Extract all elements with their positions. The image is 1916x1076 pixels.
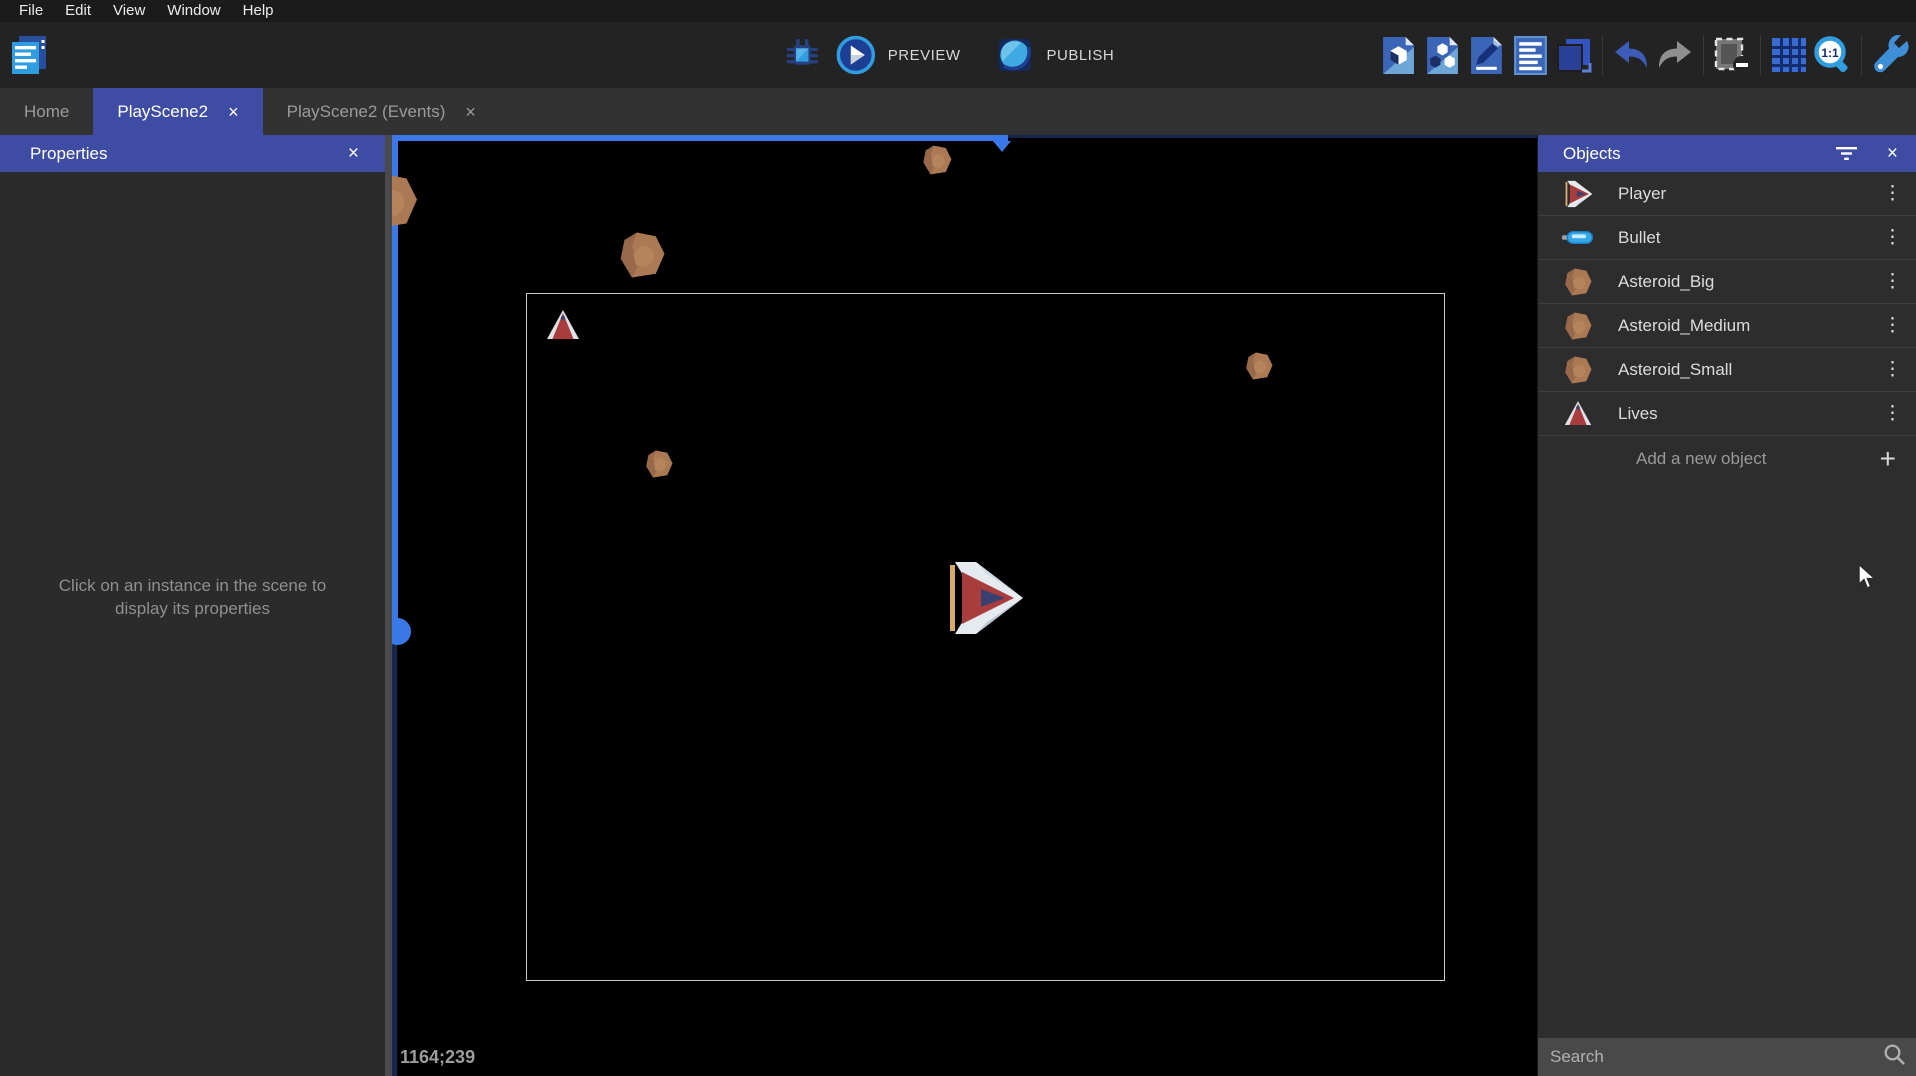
objects-panel-header: Objects × [1538,135,1916,172]
toolbar-separator [1861,35,1862,75]
object-row-lives[interactable]: Lives⋮ [1538,392,1916,436]
object-row-bullet[interactable]: Bullet⋮ [1538,216,1916,260]
grid-icon[interactable] [1767,32,1811,78]
search-input[interactable] [1550,1047,1883,1067]
toolbar-separator [1760,35,1761,75]
svg-text:1:1: 1:1 [1821,46,1839,60]
scene-window-top-handle[interactable] [993,141,1011,152]
lives-ship-icon [1538,400,1618,427]
kebab-menu-icon[interactable]: ⋮ [1870,182,1916,205]
tab-label: PlayScene2 [117,102,208,122]
bullet-icon [1538,230,1618,245]
instances-list-icon[interactable] [1508,32,1552,78]
object-label: Bullet [1618,228,1870,248]
plus-icon[interactable]: + [1880,445,1896,473]
object-groups-icon[interactable] [1420,32,1464,78]
menu-view[interactable]: View [102,0,156,22]
kebab-menu-icon[interactable]: ⋮ [1870,358,1916,381]
kebab-menu-icon[interactable]: ⋮ [1870,270,1916,293]
objects-editor-icon[interactable] [1376,32,1420,78]
instance-asteroid_medium[interactable] [921,144,953,181]
properties-panel-header: Properties × [0,135,385,172]
delete-selection-icon[interactable] [1710,32,1754,78]
properties-empty-message: Click on an instance in the scene to dis… [38,575,348,621]
scene-window-left-line-lower [392,632,397,1076]
object-label: Asteroid_Big [1618,272,1870,292]
properties-editor-icon[interactable] [1464,32,1508,78]
object-row-asteroid_big[interactable]: Asteroid_Big⋮ [1538,260,1916,304]
instance-asteroid_small[interactable] [1244,351,1274,386]
zoom-1-1-icon[interactable]: 1:1 [1811,32,1855,78]
undo-icon[interactable] [1609,32,1653,78]
instance-lives[interactable] [546,309,580,346]
object-label: Player [1618,184,1870,204]
tab-label: PlayScene2 (Events) [287,102,446,122]
tab-playscene2-events[interactable]: PlayScene2 (Events) × [263,88,500,135]
project-manager-icon[interactable] [9,33,49,77]
object-row-asteroid_small[interactable]: Asteroid_Small⋮ [1538,348,1916,392]
main-toolbar: PREVIEW PUBLISH 1:1 [0,22,1916,88]
toolbar-separator [1703,35,1704,75]
kebab-menu-icon[interactable]: ⋮ [1870,402,1916,425]
objects-panel-title: Objects [1563,144,1806,164]
menu-file[interactable]: File [8,0,54,22]
menu-bar: FileEditViewWindowHelp [0,0,1916,22]
menu-help[interactable]: Help [232,0,285,22]
instance-asteroid_medium[interactable] [617,230,667,285]
instance-asteroid_small[interactable] [644,449,674,484]
publish-globe-icon[interactable] [992,32,1036,78]
scene-window-left-handle[interactable] [392,618,411,645]
toolbar-separator [1602,35,1603,75]
cursor-coordinates: 1164;239 [400,1047,475,1068]
asteroid-icon [1538,267,1618,297]
editor-tab-bar: Home PlayScene2 × PlayScene2 (Events) × [0,88,1916,135]
object-row-player[interactable]: Player⋮ [1538,172,1916,216]
scene-window-top-line [392,135,1008,141]
redo-icon[interactable] [1653,32,1697,78]
kebab-menu-icon[interactable]: ⋮ [1870,226,1916,249]
close-icon[interactable]: × [465,103,476,121]
object-label: Asteroid_Medium [1618,316,1870,336]
asteroid-icon [1538,311,1618,341]
tab-home[interactable]: Home [0,88,93,135]
preview-play-icon[interactable] [834,32,878,78]
tab-playscene2[interactable]: PlayScene2 × [93,88,262,135]
preview-button[interactable]: PREVIEW [888,47,961,64]
add-object-label: Add a new object [1636,449,1880,469]
close-icon[interactable]: × [1887,143,1898,165]
add-object-row[interactable]: Add a new object + [1538,436,1916,482]
asteroid-icon [1538,355,1618,385]
tab-label: Home [24,102,69,122]
menu-edit[interactable]: Edit [54,0,102,22]
instance-asteroid_big[interactable] [392,171,420,236]
objects-panel: Objects × Player⋮Bullet⋮Asteroid_Big⋮Ast… [1537,135,1916,1076]
object-label: Lives [1618,404,1870,424]
object-row-asteroid_medium[interactable]: Asteroid_Medium⋮ [1538,304,1916,348]
close-icon[interactable]: × [348,143,359,165]
toolbar-right-icons: 1:1 [1376,32,1916,78]
objects-search-bar [1538,1038,1916,1076]
settings-wrench-icon[interactable] [1868,32,1912,78]
layers-editor-icon[interactable] [1552,32,1596,78]
scene-editor-canvas[interactable]: 1164;239 [392,135,1537,1076]
object-label: Asteroid_Small [1618,360,1870,380]
publish-button[interactable]: PUBLISH [1046,47,1114,64]
filter-icon[interactable] [1836,146,1857,161]
player-ship-icon [1538,180,1618,208]
properties-panel-title: Properties [30,144,348,164]
kebab-menu-icon[interactable]: ⋮ [1870,314,1916,337]
panel-divider[interactable] [385,135,392,1076]
instance-player[interactable] [943,560,1025,641]
menu-window[interactable]: Window [156,0,231,22]
mouse-cursor [1856,563,1879,595]
properties-panel: Properties × Click on an instance in the… [0,135,385,1076]
debug-bug-icon[interactable] [780,32,824,78]
close-icon[interactable]: × [228,103,239,121]
search-icon [1883,1043,1906,1071]
